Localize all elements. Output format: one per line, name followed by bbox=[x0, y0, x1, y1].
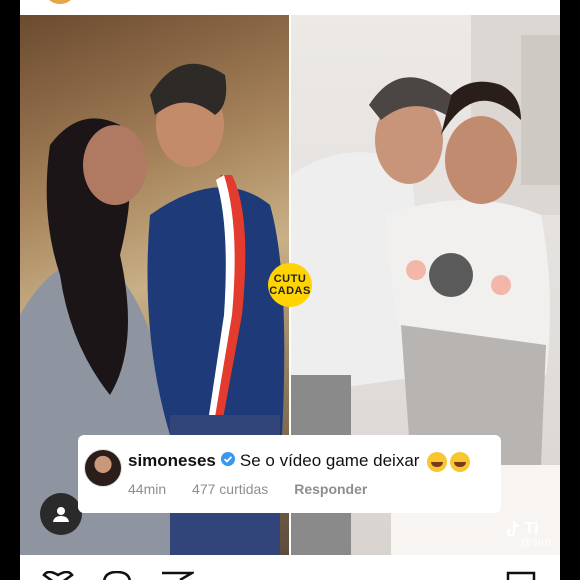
badge-line2: CADAS bbox=[269, 285, 311, 297]
laughing-emoji-icon bbox=[427, 451, 448, 472]
bookmark-icon[interactable] bbox=[506, 571, 536, 580]
share-icon[interactable] bbox=[160, 571, 194, 580]
instagram-post: CUTU CADAS simoneses Se o vídeo game deix… bbox=[20, 0, 560, 580]
comment-icon[interactable] bbox=[102, 571, 132, 580]
comment-likes[interactable]: 477 curtidas bbox=[192, 481, 268, 497]
laughing-emoji-icon bbox=[450, 451, 471, 472]
post-action-bar bbox=[20, 555, 560, 580]
tiktok-handle: @sim bbox=[520, 535, 551, 549]
post-author-avatar[interactable] bbox=[45, 0, 75, 4]
verified-icon bbox=[220, 451, 236, 472]
badge-line1: CUTU bbox=[273, 273, 307, 285]
comment-line: simoneses Se o vídeo game deixar bbox=[128, 451, 471, 472]
comment-time: 44min bbox=[128, 481, 167, 497]
comment-text: Se o vídeo game deixar bbox=[239, 451, 420, 470]
tiktok-logo-icon bbox=[506, 521, 519, 537]
comment-card: simoneses Se o vídeo game deixar 44min 47… bbox=[78, 435, 501, 513]
post-image[interactable]: CUTU CADAS simoneses Se o vídeo game deix… bbox=[20, 15, 560, 555]
user-icon bbox=[53, 507, 69, 522]
reply-button[interactable]: Responder bbox=[294, 481, 367, 497]
comment-meta: 44min 477 curtidas Responder bbox=[128, 481, 389, 497]
cutucadas-badge: CUTU CADAS bbox=[268, 263, 312, 307]
heart-icon[interactable] bbox=[40, 571, 76, 580]
tagged-users-button[interactable] bbox=[40, 493, 82, 535]
comment-username[interactable]: simoneses bbox=[128, 451, 216, 470]
commenter-avatar[interactable] bbox=[84, 449, 122, 487]
post-header-strip bbox=[20, 0, 560, 15]
